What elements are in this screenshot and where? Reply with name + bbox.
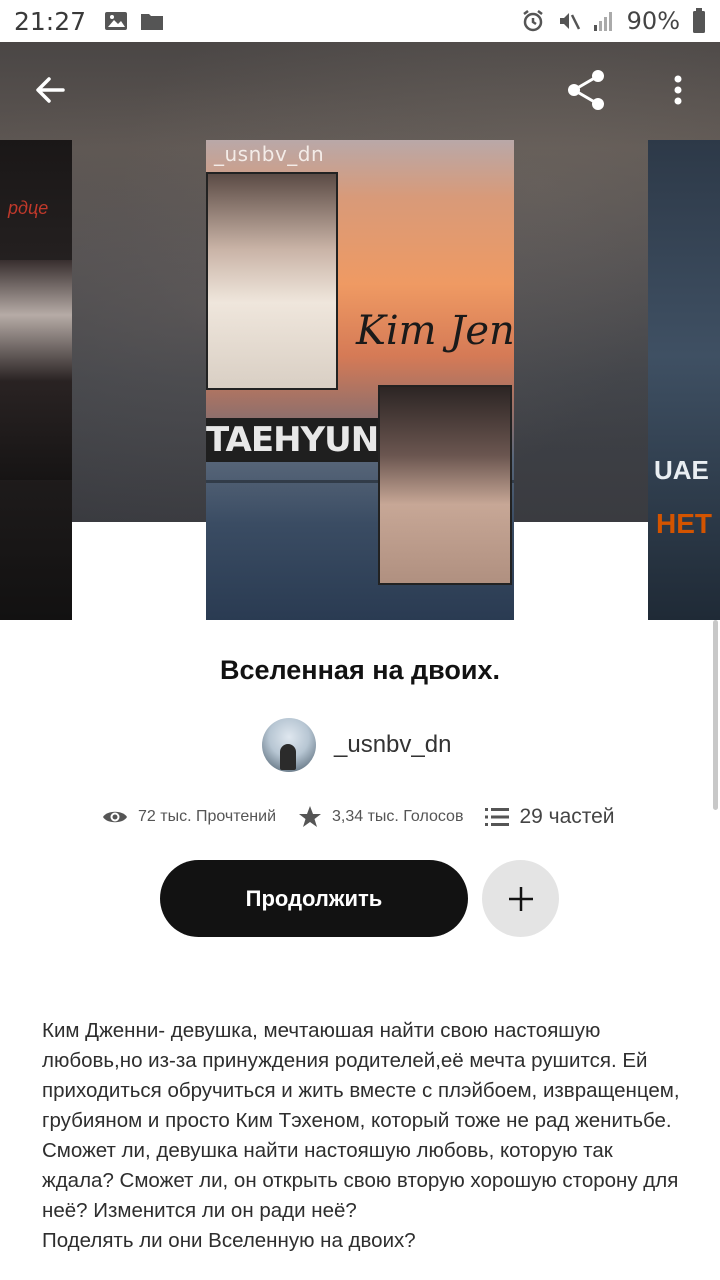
back-button[interactable] [20,60,80,120]
reads-count: 72 тыс. Прочтений [138,808,276,825]
cover-tag: _usnbv_dn [214,142,325,166]
votes-count: 3,34 тыс. Голосов [332,808,464,825]
signal-icon [593,12,612,31]
more-button[interactable] [648,60,708,120]
star-icon [299,806,321,827]
folder-icon [141,14,164,30]
author-link[interactable]: _usnbv_dn [262,718,451,772]
cover-photo-1 [206,172,338,390]
cover-prev-photo [0,260,72,480]
cover-next-text-2: НЕТ [656,508,712,539]
story-stats: 72 тыс. Прочтений 3,34 тыс. Голосов 29 ч… [102,805,637,829]
mute-icon [559,13,580,30]
cover-title-text: Kim Jen [356,308,514,354]
stat-votes: 3,34 тыс. Голосов [298,805,463,829]
cover-next[interactable]: UAE НЕТ [648,140,720,620]
share-icon [568,70,604,110]
avatar[interactable] [262,718,316,772]
status-left-icons [104,10,164,32]
cover-prev-text: рдце [8,198,49,218]
stat-parts[interactable]: 29 частей [485,805,615,829]
eye-icon [103,811,127,823]
status-time: 21:27 [14,6,87,36]
add-to-library-button[interactable] [482,860,559,937]
list-icon [485,808,510,826]
cover-photo-2 [378,385,512,585]
arrow-left-icon [36,77,65,103]
cover-main[interactable]: _usnbv_dn Kim Jen TAEHYUNG [206,140,514,620]
author-name[interactable]: _usnbv_dn [334,731,451,759]
image-icon [105,12,128,30]
parts-count[interactable]: 29 частей [519,805,614,829]
cover-next-text-1: UAE [654,455,709,485]
battery-icon [693,8,705,33]
plus-icon [508,886,533,911]
alarm-icon [522,10,543,32]
share-button[interactable] [556,60,616,120]
story-title: Вселенная на двоих. [219,655,501,685]
more-vertical-icon [674,75,682,105]
continue-reading-button[interactable]: Продолжить [160,860,468,937]
story-description: Ким Дженни- девушка, мечтаюшая найти сво… [42,1019,680,1252]
scrollbar[interactable] [713,620,718,810]
battery-percent: 90% [626,7,680,35]
status-bar: 21:27 90% [0,0,720,42]
status-right: 90% [521,7,706,35]
stat-reads: 72 тыс. Прочтений [102,808,276,826]
cover-prev[interactable]: рдце [0,140,72,620]
